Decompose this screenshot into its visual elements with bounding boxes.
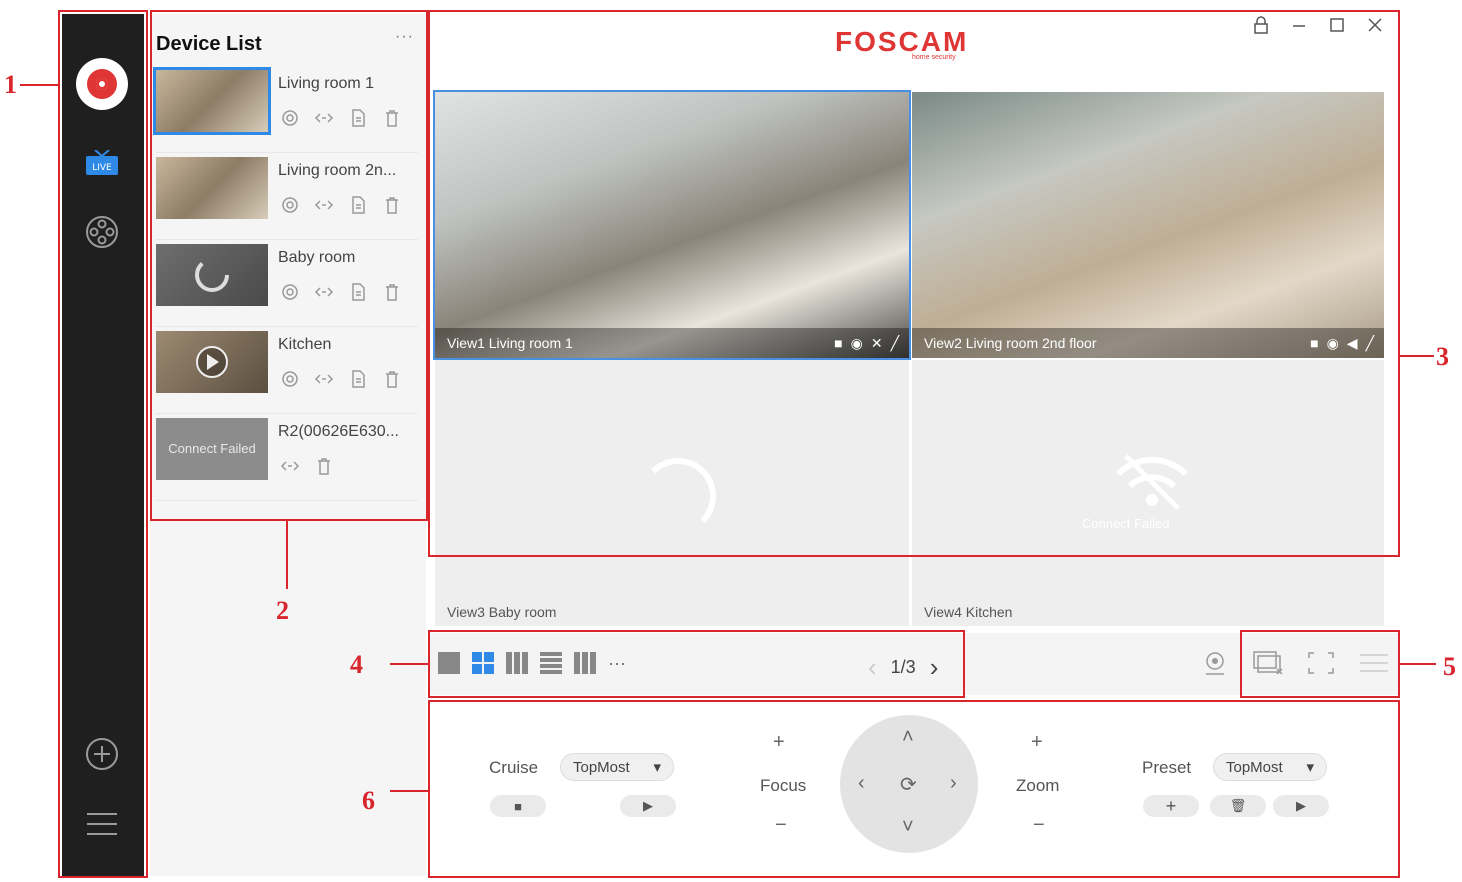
annotation-number-2: 2 — [276, 596, 289, 625]
view-label: View4 Kitchen — [924, 604, 1013, 620]
annotation-leader-2 — [286, 521, 288, 589]
annotation-number-3: 3 — [1436, 342, 1449, 371]
annotation-frame-1 — [58, 10, 148, 878]
annotation-frame-3 — [428, 10, 1400, 557]
view-label: View3 Baby room — [447, 604, 557, 620]
annotation-number-6: 6 — [362, 786, 375, 815]
annotation-leader-4 — [390, 663, 428, 665]
annotation-leader-6 — [390, 790, 428, 792]
annotation-frame-6 — [428, 700, 1400, 878]
webcam-icon[interactable] — [1200, 650, 1230, 676]
annotation-leader-1 — [20, 84, 58, 86]
annotation-leader-5 — [1400, 663, 1436, 665]
annotation-frame-4 — [428, 630, 965, 698]
annotation-frame-2 — [150, 10, 428, 521]
annotation-leader-3 — [1400, 355, 1434, 357]
annotation-frame-5 — [1240, 630, 1400, 698]
annotation-number-5: 5 — [1443, 652, 1456, 681]
annotation-number-1: 1 — [4, 70, 17, 99]
annotation-number-4: 4 — [350, 650, 363, 679]
